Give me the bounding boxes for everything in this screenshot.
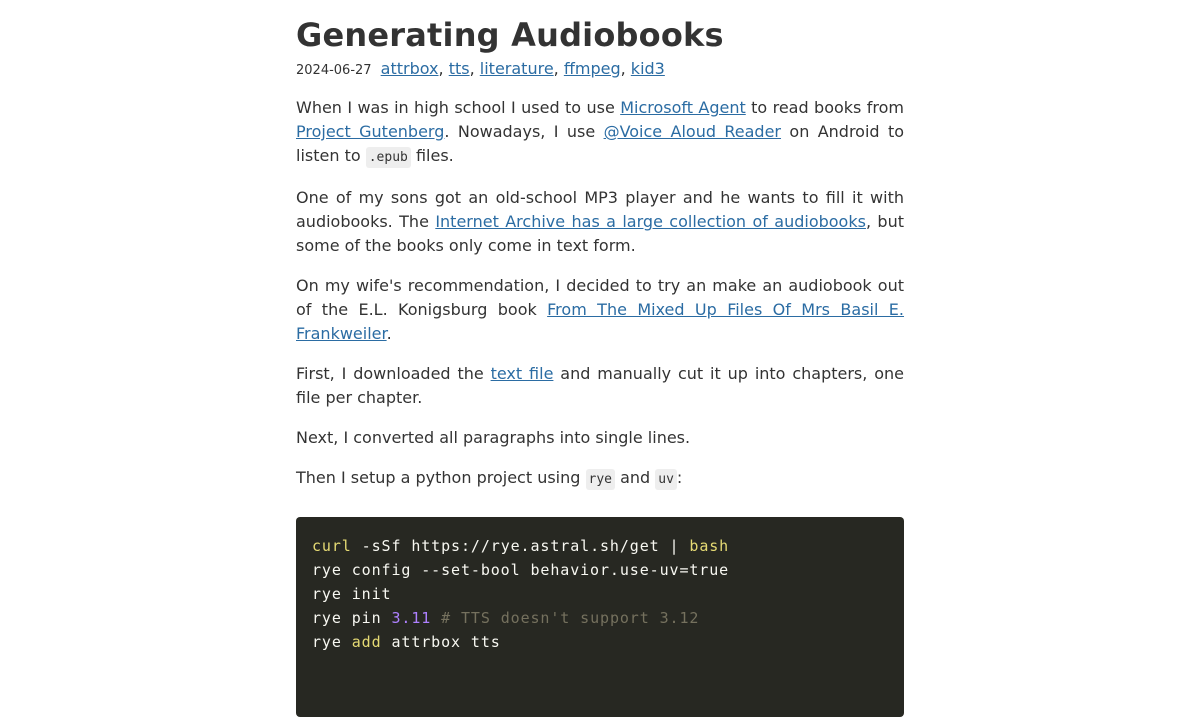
code-line: rye config --set-bool behavior.use-uv=tr… (312, 558, 888, 582)
paragraph-text: First, I downloaded the (296, 364, 491, 383)
paragraph-text: to read books from (745, 98, 905, 117)
inline-code-epub: .epub (365, 147, 411, 168)
link-voice-aloud-reader[interactable]: @Voice Aloud Reader (604, 122, 781, 141)
blog-post: Generating Audiobooks 2024-06-27 attrbox… (296, 0, 904, 492)
code-token-text: -sSf https://rye.astral.sh/get | (351, 537, 690, 555)
paragraph-text: . Nowadays, I use (444, 122, 604, 141)
inline-code-rye: rye (585, 469, 615, 490)
code-token-text: rye config --set-bool behavior.use-uv=tr… (312, 561, 730, 579)
code-line: rye init (312, 582, 888, 606)
post-meta: 2024-06-27 attrbox, tts, literature, ffm… (296, 57, 904, 81)
code-line: rye pin 3.11 # TTS doesn't support 3.12 (312, 606, 888, 630)
post-title: Generating Audiobooks (296, 16, 724, 54)
code-line: curl -sSf https://rye.astral.sh/get | ba… (312, 534, 888, 558)
link-microsoft-agent[interactable]: Microsoft Agent (620, 98, 746, 117)
code-token-text: rye pin (312, 609, 392, 627)
paragraph-intro: When I was in high school I used to use … (296, 96, 904, 170)
link-project-gutenberg[interactable]: Project Gutenberg (296, 122, 444, 141)
link-internet-archive[interactable]: Internet Archive has a large collection … (435, 212, 866, 231)
paragraph-download: First, I downloaded the text file and ma… (296, 362, 904, 410)
code-token-command: add (351, 633, 382, 651)
tag-link-tts[interactable]: tts (449, 59, 470, 78)
tag-separator: , (438, 59, 444, 78)
tag-link-ffmpeg[interactable]: ffmpeg (564, 59, 621, 78)
code-block[interactable]: curl -sSf https://rye.astral.sh/get | ba… (296, 517, 904, 717)
code-token-command: curl (312, 537, 352, 555)
paragraph-book-choice: On my wife's recommendation, I decided t… (296, 274, 904, 346)
paragraph-text: . (386, 324, 392, 343)
code-token-text: attrbox tts (381, 633, 501, 651)
code-token-command: bash (689, 537, 730, 555)
paragraph-convert: Next, I converted all paragraphs into si… (296, 426, 904, 450)
code-token-comment: # TTS doesn't support 3.12 (441, 609, 700, 627)
paragraph-text: Then I setup a python project using (296, 468, 586, 487)
code-token-text: rye init (312, 585, 392, 603)
paragraph-mp3-player: One of my sons got an old-school MP3 pla… (296, 186, 904, 258)
paragraph-setup: Then I setup a python project using rye … (296, 466, 904, 492)
paragraph-text: files. (410, 146, 454, 165)
paragraph-text: and (614, 468, 656, 487)
tag-link-literature[interactable]: literature (480, 59, 554, 78)
code-token-text: rye (312, 633, 352, 651)
tag-separator: , (553, 59, 559, 78)
paragraph-text: Next, I converted all paragraphs into si… (296, 428, 691, 447)
code-token-number: 3.11 (391, 609, 432, 627)
paragraph-text: When I was in high school I used to use (296, 98, 621, 117)
code-line: rye add attrbox tts (312, 630, 888, 654)
tag-separator: , (469, 59, 475, 78)
tag-link-attrbox[interactable]: attrbox (381, 59, 439, 78)
link-text-file[interactable]: text file (491, 364, 554, 383)
post-date: 2024-06-27 (296, 63, 372, 78)
inline-code-uv: uv (655, 469, 677, 490)
tag-link-kid3[interactable]: kid3 (631, 59, 665, 78)
paragraph-text: : (676, 468, 683, 487)
tag-separator: , (620, 59, 626, 78)
